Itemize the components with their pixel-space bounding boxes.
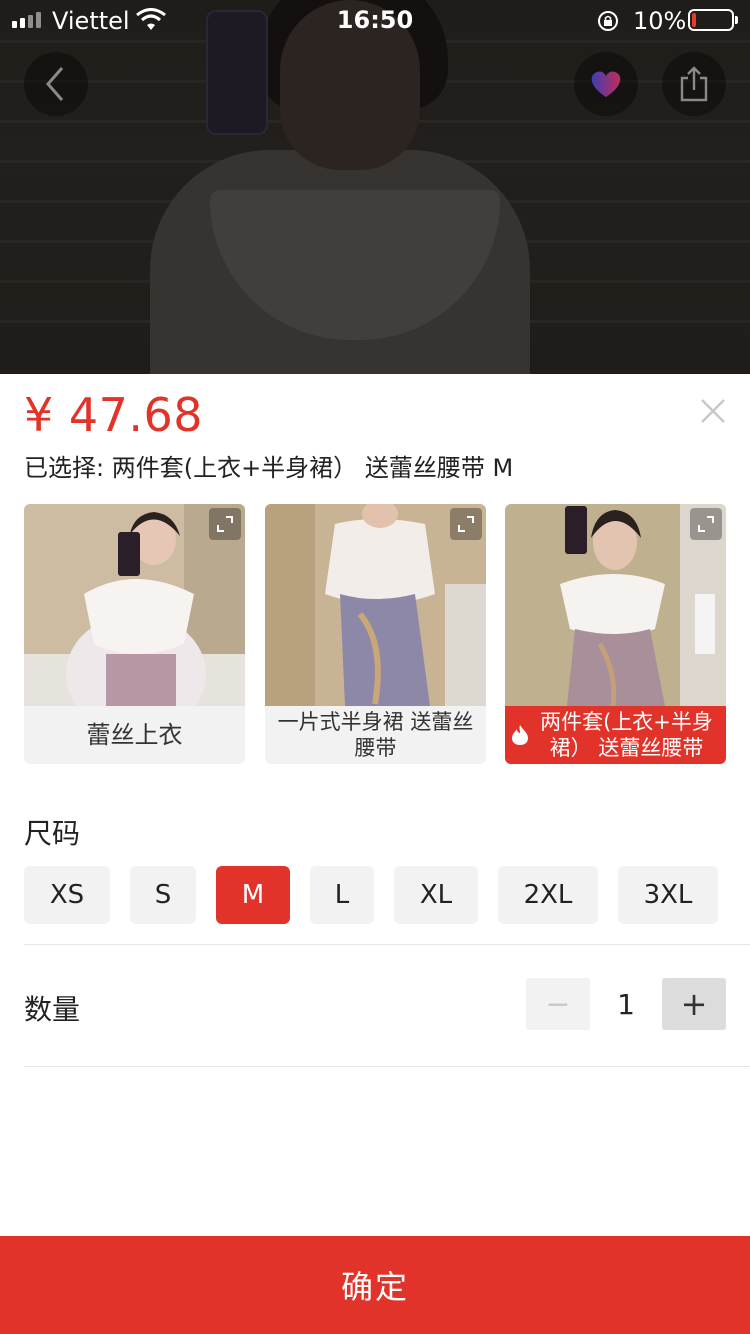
- status-bar: Viettel 16:50 10%: [0, 0, 750, 40]
- variant-label: 一片式半身裙 送蕾丝腰带: [277, 710, 474, 760]
- selected-summary: 已选择: 两件套(上衣+半身裙） 送蕾丝腰带 M: [24, 454, 514, 482]
- quantity-value[interactable]: 1: [596, 988, 656, 1021]
- variant-option[interactable]: 蕾丝上衣: [24, 504, 245, 764]
- product-photo: [0, 0, 750, 374]
- size-option-xs[interactable]: XS: [24, 866, 110, 924]
- battery-icon: [688, 9, 738, 31]
- divider: [24, 944, 750, 945]
- share-button[interactable]: [662, 52, 726, 116]
- size-option-3xl[interactable]: 3XL: [618, 866, 718, 924]
- variant-label: 蕾丝上衣: [86, 721, 183, 749]
- size-options: XS S M L XL 2XL 3XL: [24, 866, 726, 924]
- quantity-decrement-button[interactable]: −: [526, 978, 590, 1030]
- back-button[interactable]: [24, 52, 88, 116]
- price: ¥ 47.68: [24, 388, 204, 442]
- variant-list: 蕾丝上衣 一片式半身裙 送蕾丝腰带 两件套(上衣+半身裙） 送蕾丝腰带: [24, 504, 726, 764]
- expand-icon[interactable]: [209, 508, 241, 540]
- share-icon: [680, 66, 708, 102]
- heart-icon: [591, 71, 621, 97]
- size-section-title: 尺码: [24, 817, 81, 850]
- variant-label: 两件套(上衣+半身裙） 送蕾丝腰带: [505, 706, 726, 764]
- size-option-s[interactable]: S: [130, 866, 196, 924]
- flame-icon: [512, 725, 528, 745]
- variant-option[interactable]: 一片式半身裙 送蕾丝腰带: [265, 504, 486, 764]
- battery-percent: 10%: [633, 7, 687, 35]
- quantity-increment-button[interactable]: +: [662, 978, 726, 1030]
- confirm-button[interactable]: 确定: [0, 1236, 750, 1334]
- size-option-2xl[interactable]: 2XL: [498, 866, 598, 924]
- expand-icon[interactable]: [690, 508, 722, 540]
- rotation-lock-icon: [598, 11, 618, 31]
- sku-selector-sheet: ¥ 47.68 已选择: 两件套(上衣+半身裙） 送蕾丝腰带 M 蕾丝上衣 一片…: [0, 374, 750, 1334]
- size-option-xl[interactable]: XL: [394, 866, 478, 924]
- size-option-m-selected[interactable]: M: [216, 866, 290, 924]
- variant-option-selected[interactable]: 两件套(上衣+半身裙） 送蕾丝腰带: [505, 504, 726, 764]
- expand-icon[interactable]: [450, 508, 482, 540]
- divider: [24, 1066, 750, 1067]
- favorite-button[interactable]: [574, 52, 638, 116]
- close-icon[interactable]: [696, 394, 730, 428]
- back-icon: [46, 67, 64, 101]
- size-option-l[interactable]: L: [310, 866, 374, 924]
- quantity-title: 数量: [24, 993, 81, 1026]
